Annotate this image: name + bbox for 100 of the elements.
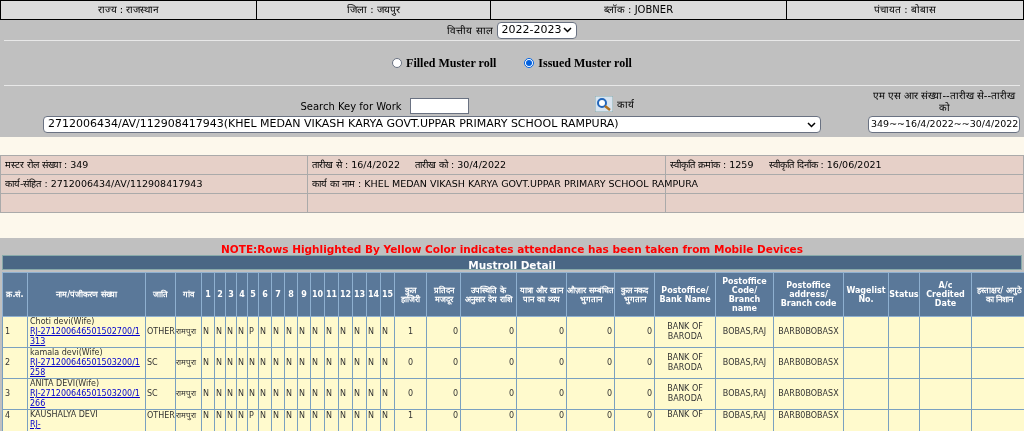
attendance-cell: N — [368, 327, 374, 336]
column-header: 4 — [239, 290, 245, 299]
table-cell: रामपुरा — [176, 358, 196, 367]
table-cell: 0 — [558, 389, 564, 398]
column-header: Wagelist No. — [846, 285, 886, 304]
worker-name: ANITA DEVI(Wife) — [30, 379, 101, 389]
attendance-cell: N — [326, 389, 332, 398]
attendance-cell: N — [273, 358, 279, 367]
attendance-cell: N — [354, 411, 360, 420]
table-cell: 0 — [606, 327, 612, 336]
attendance-cell: N — [299, 327, 305, 336]
table-cell: 2 — [5, 358, 11, 367]
column-header: हस्ताक्षर/ अगुठे का निशान — [977, 285, 1022, 304]
table-cell: 0 — [646, 411, 652, 420]
table-cell: 4 — [5, 411, 11, 420]
table-cell: 0 — [452, 389, 458, 398]
column-header: कुल नकद भुगतान — [620, 285, 649, 304]
column-header: 9 — [301, 290, 307, 299]
column-header: 10 — [311, 290, 324, 299]
attendance-cell: N — [273, 327, 279, 336]
table-cell: 0 — [606, 411, 612, 420]
attendance-cell: N — [227, 389, 233, 398]
column-header: नाम/पंजीकरण संख्या — [56, 290, 117, 299]
attendance-cell: N — [216, 389, 222, 398]
table-cell: BARB0BOBASX — [778, 411, 839, 420]
attendance-cell: N — [227, 327, 233, 336]
work-select[interactable]: 2712006434/AV/112908417943(KHEL MEDAN VIKASH KARYA GOVT.UPPAR PRIMARY SCHOOL RAMPURA) — [43, 116, 821, 133]
table-cell: BOBAS,RAJ — [722, 389, 767, 398]
column-header: 6 — [262, 290, 268, 299]
table-cell: 1 — [407, 327, 414, 336]
location-text: पंचायत : बोबास — [874, 4, 936, 15]
attendance-cell: N — [286, 358, 292, 367]
table-cell: 0 — [508, 358, 514, 367]
table-cell: 0 — [558, 411, 564, 420]
note-text: NOTE:Rows Highlighted By Yellow Color indicates attendance has been taken from Mobile Devices — [221, 243, 803, 255]
attendance-cell: N — [354, 389, 360, 398]
column-header: 5 — [250, 290, 256, 299]
attendance-cell: N — [354, 327, 360, 336]
attendance-cell: N — [273, 389, 279, 398]
table-cell: BANK OF BARODA — [667, 384, 703, 403]
table-cell: 0 — [508, 389, 514, 398]
table-cell: OTHER — [147, 327, 175, 336]
search-input[interactable] — [409, 98, 469, 114]
location-text: राज्य : राजस्थान — [97, 4, 160, 15]
msr-select[interactable]: 349~~16/4/2022~~30/4/2022 — [868, 116, 1020, 133]
column-header: जाति — [153, 290, 168, 299]
chevron-down-icon — [562, 27, 572, 33]
column-header: 11 — [325, 290, 338, 299]
table-cell: रामपुरा — [176, 327, 196, 336]
column-header: प्रतिदन मजदूर — [433, 285, 454, 304]
table-cell: BOBAS,RAJ — [722, 327, 767, 336]
attendance-cell: N — [273, 411, 279, 420]
column-header: Postoffice/ Bank Name — [659, 285, 711, 304]
table-cell: 0 — [407, 389, 414, 398]
attendance-cell: N — [286, 411, 292, 420]
info-text: कार्य-संहित : 2712006434/AV/112908417943 — [5, 177, 203, 189]
radio-option[interactable]: Filled Muster roll — [392, 54, 497, 72]
table-cell: 0 — [646, 389, 652, 398]
chevron-down-icon — [807, 121, 816, 128]
worker-name: Choti devi(Wife) — [30, 317, 96, 327]
attendance-cell: N — [340, 327, 346, 336]
attendance-cell: N — [312, 411, 318, 420]
attendance-cell: N — [249, 358, 255, 367]
worker-name: KAUSHALYA DEVI — [30, 410, 99, 420]
attendance-cell: N — [368, 358, 374, 367]
financial-year-select[interactable]: 2022-2023 — [496, 21, 577, 39]
table-cell: BANK OF BARODA — [667, 353, 703, 372]
radio-option[interactable]: Issued Muster roll — [524, 54, 632, 72]
registration-link[interactable]: RJ-271200646501503200/1258 — [30, 358, 143, 378]
info-text: कार्य का नाम : KHEL MEDAN VIKASH KARYA GOVT.UPPAR PRIMARY SCHOOL RAMPURA — [312, 177, 698, 189]
table-cell: रामपुरा — [176, 389, 196, 398]
attendance-cell: N — [326, 327, 332, 336]
registration-link[interactable]: RJ- — [30, 420, 143, 430]
table-cell: 3 — [5, 389, 11, 398]
registration-link[interactable]: RJ-271200646501503200/1266 — [30, 389, 143, 409]
attendance-cell: N — [227, 411, 233, 420]
table-cell: BANK OF BARODA — [667, 322, 703, 341]
attendance-cell: N — [216, 358, 222, 367]
column-header: 8 — [288, 290, 294, 299]
attendance-cell: N — [312, 327, 318, 336]
attendance-cell: N — [249, 389, 255, 398]
search-icon[interactable] — [594, 96, 613, 112]
attendance-cell: N — [312, 389, 318, 398]
column-header: Postoffice Code/ Branch name — [722, 276, 767, 313]
table-cell: 0 — [452, 358, 458, 367]
table-cell: 0 — [646, 358, 652, 367]
table-cell: 0 — [646, 327, 652, 336]
attendance-cell: N — [299, 411, 305, 420]
table-cell: BARB0BOBASX — [778, 389, 839, 398]
column-header: औज़ार सम्बंधित भुगतान — [567, 285, 614, 304]
registration-link[interactable]: RJ-271200646501502700/1313 — [30, 327, 143, 347]
table-cell: 0 — [407, 358, 414, 367]
attendance-cell: N — [382, 411, 388, 420]
table-cell: 0 — [508, 411, 514, 420]
column-header: Status — [889, 290, 919, 299]
attendance-cell: N — [368, 411, 374, 420]
column-header: 7 — [275, 290, 281, 299]
info-text: स्वीकृति क्रमांक : 1259 स्वीकृति दिनाँक : 16/06/2021 — [670, 158, 882, 170]
attendance-cell: N — [203, 358, 209, 367]
attendance-cell: N — [260, 411, 266, 420]
